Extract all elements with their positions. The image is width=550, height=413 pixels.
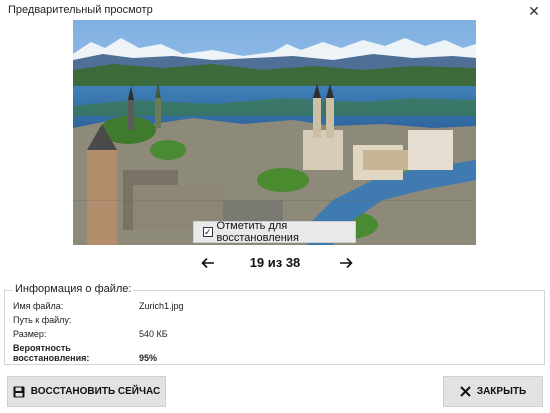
file-name-row: Имя файла: Zurich1.jpg xyxy=(13,301,184,311)
title-bar: Предварительный просмотр ✕ xyxy=(0,0,550,22)
restore-now-label: ВОССТАНОВИТЬ СЕЙЧАС xyxy=(30,386,161,397)
arrow-right-icon[interactable] xyxy=(336,253,356,273)
recovery-probability-label: Вероятность восстановления: xyxy=(13,343,90,363)
file-name-label: Имя файла: xyxy=(13,301,64,311)
close-label: ЗАКРЫТЬ xyxy=(476,386,527,397)
close-x-icon xyxy=(460,386,471,397)
close-button[interactable]: ЗАКРЫТЬ xyxy=(443,376,543,407)
zurich-photo xyxy=(73,20,476,245)
checkbox-checked-icon[interactable]: ✓ xyxy=(203,227,213,237)
recovery-probability-value: 95% xyxy=(139,353,158,363)
file-path-label: Путь к файлу: xyxy=(13,315,72,325)
file-info-legend: Информация о файле: xyxy=(13,283,134,295)
file-size-row: Размер: 540 КБ xyxy=(13,329,168,339)
image-preview xyxy=(73,20,476,245)
restore-now-button[interactable]: ВОССТАНОВИТЬ СЕЙЧАС xyxy=(7,376,166,407)
file-path-row: Путь к файлу: xyxy=(13,315,139,325)
image-counter: 19 из 38 xyxy=(249,255,301,270)
close-icon[interactable]: ✕ xyxy=(524,1,544,21)
mark-for-restore-label: Отметить для восстановления xyxy=(216,220,299,244)
window-title: Предварительный просмотр xyxy=(8,4,153,16)
recovery-probability-row: Вероятность восстановления: 95% xyxy=(13,343,157,363)
file-name-value: Zurich1.jpg xyxy=(139,301,184,311)
mark-for-restore-checkbox[interactable]: ✓ Отметить для восстановления xyxy=(193,220,356,244)
arrow-left-icon[interactable] xyxy=(198,253,218,273)
file-size-value: 540 КБ xyxy=(139,329,168,339)
file-info-panel: Информация о файле: Имя файла: Zurich1.jp… xyxy=(4,283,545,365)
file-size-label: Размер: xyxy=(13,329,47,339)
floppy-disk-icon xyxy=(13,386,25,398)
